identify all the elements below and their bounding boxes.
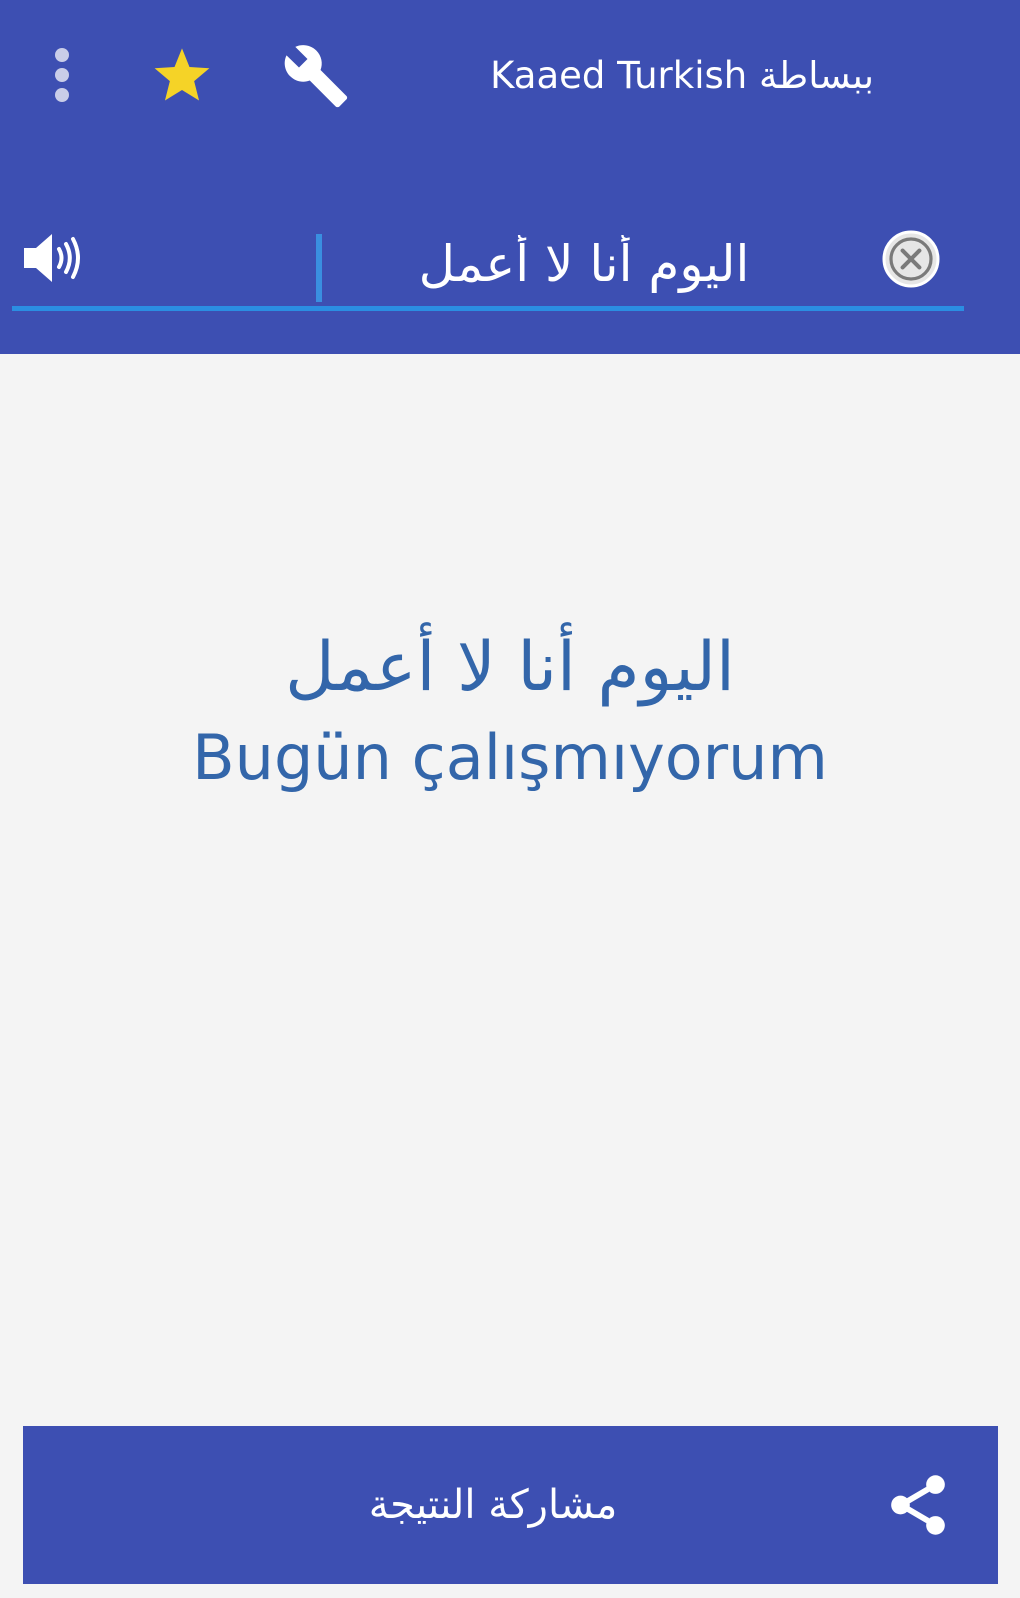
favorite-button[interactable] bbox=[142, 36, 222, 116]
settings-button[interactable] bbox=[276, 36, 356, 116]
share-label: مشاركة النتيجة bbox=[368, 1482, 618, 1528]
more-vert-icon bbox=[55, 48, 69, 102]
translated-text: Bugün çalışmıyorum bbox=[192, 721, 828, 794]
source-text: اليوم أنا لا أعمل bbox=[285, 628, 735, 707]
share-icon-container bbox=[883, 1470, 953, 1540]
speak-button[interactable] bbox=[12, 218, 92, 298]
star-icon bbox=[154, 48, 210, 101]
clear-input-button[interactable] bbox=[876, 224, 946, 294]
search-underline bbox=[12, 306, 964, 311]
search-input[interactable] bbox=[312, 228, 856, 300]
more-options-button[interactable] bbox=[32, 40, 92, 110]
share-icon bbox=[891, 1475, 945, 1535]
translator-app: Kaaed Turkish ببساطة اليوم أنا لا أعمل ا… bbox=[0, 0, 1020, 1598]
search-row bbox=[12, 214, 964, 314]
speaker-icon bbox=[24, 234, 80, 282]
share-result-button[interactable]: مشاركة النتيجة bbox=[23, 1426, 998, 1584]
app-title: Kaaed Turkish ببساطة bbox=[490, 54, 874, 97]
clear-circle-icon bbox=[882, 230, 940, 288]
app-bar: Kaaed Turkish ببساطة bbox=[0, 0, 1020, 354]
wrench-icon bbox=[284, 45, 348, 108]
translation-result: اليوم أنا لا أعمل Bugün çalışmıyorum bbox=[0, 620, 1020, 800]
